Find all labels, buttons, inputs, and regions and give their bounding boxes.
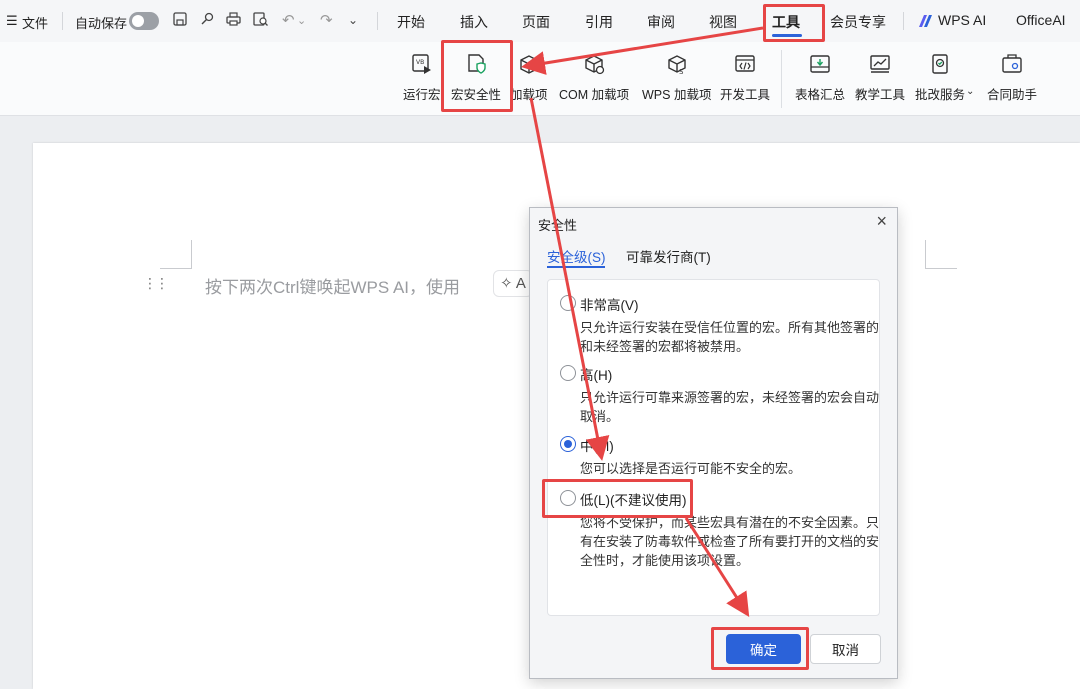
grading-service-button[interactable]: 批改服务 (915, 52, 965, 103)
teaching-tools-icon (870, 55, 890, 73)
option-label: 非常高(V) (580, 298, 639, 313)
highlight-tools-tab (763, 4, 825, 42)
highlight-low-option (542, 479, 693, 518)
tab-trusted-publishers[interactable]: 可靠发行商(T) (626, 246, 711, 266)
sparkle-icon: ✧ (500, 275, 513, 292)
title-bar: ☰ 文件 自动保存 ↶ ⌄ ↷ ⌄ 开始 插入 页面 引用 审阅 视图 工具 会… (0, 0, 1080, 42)
cancel-button[interactable]: 取消 (810, 634, 881, 664)
dialog-title: 安全性 (538, 218, 578, 233)
redo-icon[interactable]: ↷ (320, 11, 333, 29)
ai-chip[interactable]: ✧ A (493, 270, 533, 297)
ribbon-divider (781, 50, 782, 108)
com-addin-icon (585, 55, 605, 75)
menu-lines-icon[interactable]: ☰ (6, 13, 18, 29)
developer-tools-icon (735, 55, 755, 72)
drag-handle-icon[interactable]: ⋮⋮ (143, 275, 169, 292)
divider (62, 12, 63, 30)
table-summary-button[interactable]: 表格汇总 (795, 52, 845, 103)
tab-insert[interactable]: 插入 (460, 12, 488, 32)
run-macro-icon: VB (412, 54, 431, 74)
autosave-toggle[interactable] (129, 12, 159, 30)
chevron-down-icon[interactable]: ⌄ (297, 14, 306, 27)
table-summary-icon (810, 55, 830, 73)
tab-page[interactable]: 页面 (522, 12, 550, 32)
security-level-panel: 非常高(V) 只允许运行安装在受信任位置的宏。所有其他签署的和未经签署的宏都将被… (547, 279, 880, 616)
addin-button[interactable]: 加载项 (510, 52, 548, 103)
file-menu[interactable]: 文件 (22, 13, 48, 32)
wps-ai-logo-icon (919, 15, 932, 27)
teaching-tools-button[interactable]: 教学工具 (855, 52, 905, 103)
option-description: 您将不受保护，而某些宏具有潜在的不安全因素。只有在安装了防毒软件或检查了所有要打… (580, 515, 880, 568)
svg-text:VB: VB (416, 59, 424, 66)
svg-text:S: S (679, 68, 684, 76)
tab-references[interactable]: 引用 (585, 12, 613, 32)
contract-assistant-icon (1002, 54, 1022, 73)
ai-hint-text: 按下两次Ctrl键唤起WPS AI，使用 (205, 278, 461, 297)
autosave-label: 自动保存 (75, 16, 128, 31)
radio-high[interactable] (560, 365, 576, 381)
tab-wps-ai[interactable]: WPS AI (938, 12, 986, 28)
divider (903, 12, 904, 30)
page-margin-corner (925, 240, 957, 269)
option-description: 您可以选择是否运行可能不安全的宏。 (580, 461, 802, 476)
chevron-down-icon[interactable]: ⌄ (348, 13, 358, 27)
highlight-macro-security (441, 40, 513, 112)
tab-security-level[interactable]: 安全级(S) (547, 246, 606, 266)
chevron-down-icon[interactable]: ⌄ (966, 86, 974, 97)
radio-very-high[interactable] (560, 295, 576, 311)
addin-box-icon (520, 55, 538, 74)
wps-addin-icon: S (668, 55, 686, 76)
undo-icon[interactable]: ↶ (282, 11, 295, 29)
option-label: 中(M) (580, 439, 614, 454)
option-description: 只允许运行安装在受信任位置的宏。所有其他签署的和未经签署的宏都将被禁用。 (580, 320, 880, 354)
tab-officeai[interactable]: OfficeAI (1016, 12, 1066, 28)
tab-home[interactable]: 开始 (397, 12, 425, 32)
com-addin-button[interactable]: COM 加载项 (559, 52, 629, 103)
radio-medium[interactable] (560, 436, 576, 452)
option-label: 高(H) (580, 368, 613, 383)
developer-tools-button[interactable]: 开发工具 (720, 52, 770, 103)
option-description: 只允许运行可靠来源签署的宏，未经签署的宏会自动取消。 (580, 390, 880, 424)
print-icon[interactable] (225, 11, 242, 31)
tab-review[interactable]: 审阅 (647, 12, 675, 32)
tab-view[interactable]: 视图 (709, 12, 737, 32)
highlight-ok-button (711, 627, 809, 670)
security-dialog: 安全性 × 安全级(S) 可靠发行商(T) 非常高(V) 只允许运行安装在受信任… (529, 207, 898, 679)
find-icon[interactable] (199, 11, 215, 31)
wps-addin-button[interactable]: S WPS 加载项 (642, 52, 711, 103)
run-macro-button[interactable]: VB 运行宏 (403, 52, 441, 103)
ai-chip-label: A (515, 275, 526, 292)
print-preview-icon[interactable] (252, 11, 269, 31)
close-icon[interactable]: × (876, 211, 887, 232)
save-icon[interactable] (172, 11, 188, 31)
page-margin-corner (160, 240, 192, 269)
tab-member[interactable]: 会员专享 (830, 12, 886, 32)
contract-assistant-button[interactable]: 合同助手 (987, 52, 1037, 103)
grading-service-icon (932, 54, 948, 74)
divider (377, 12, 378, 30)
active-tab-indicator (547, 266, 605, 268)
